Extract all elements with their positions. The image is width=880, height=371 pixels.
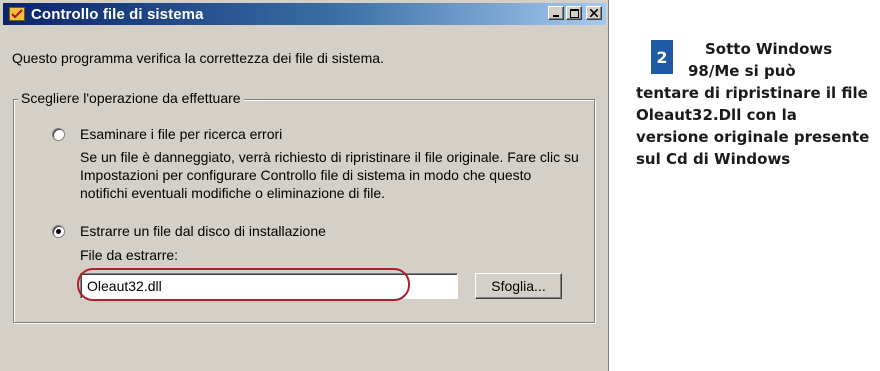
radio-scan-files[interactable] [52,128,65,141]
groupbox-legend: Scegliere l'operazione da effettuare [18,90,244,106]
radio-extract-file-label[interactable]: Estrarre un file dal disco di installazi… [80,223,326,239]
title-bar[interactable]: Controllo file di sistema [3,3,606,25]
close-icon [590,9,598,17]
minimize-button[interactable] [548,6,564,20]
close-button[interactable] [586,6,602,20]
browse-button-label: Sfoglia... [491,278,546,294]
maximize-icon [569,8,579,18]
radio-scan-files-label[interactable]: Esaminare i file per ricerca errori [80,126,282,142]
browse-button[interactable]: Sfoglia... [475,273,562,299]
caption-text: tentare di ripristinare il file Oleaut32… [636,84,870,168]
caption-line-2: 98/Me si può [688,62,796,80]
file-to-extract-label: File da estrarre: [80,247,179,263]
minimize-icon [553,15,559,17]
radio-extract-file[interactable] [52,225,65,238]
caption-line-1: Sotto Windows [705,40,833,58]
scan-description: Se un file è danneggiato, verrà richiest… [80,149,579,201]
window-title: Controllo file di sistema [31,5,204,23]
system-file-checker-icon [9,7,25,21]
maximize-button[interactable] [566,6,582,20]
dialog-window: Controllo file di sistema Questo program… [0,0,609,371]
intro-text: Questo programma verifica la correttezza… [12,50,384,66]
step-number-badge: 2 [651,40,673,74]
window-controls [548,6,602,20]
file-to-extract-input[interactable]: Oleaut32.dll [80,273,458,299]
